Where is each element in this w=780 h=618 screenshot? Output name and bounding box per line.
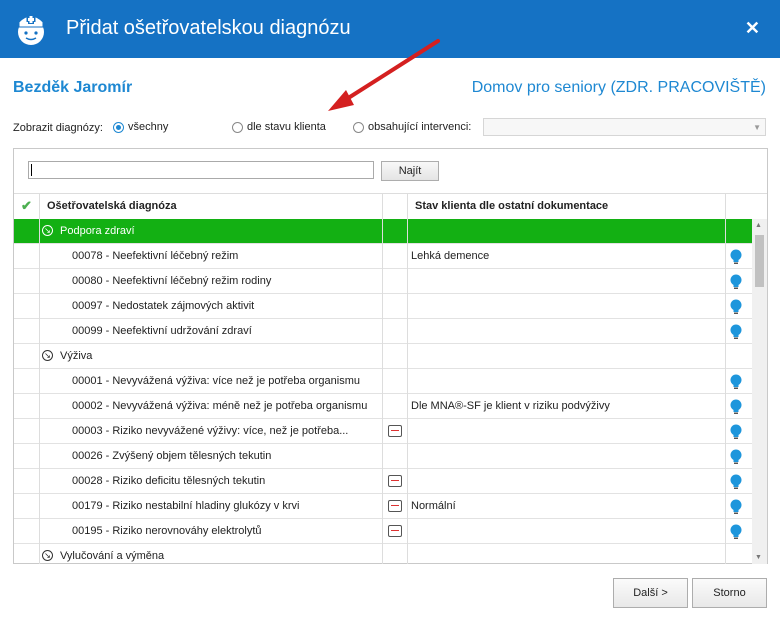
- diagnosis-name: 00080 - Neefektivní léčebný režim rodiny: [72, 275, 272, 287]
- monitor-icon[interactable]: [388, 525, 402, 537]
- monitor-icon[interactable]: [388, 500, 402, 512]
- table-header: ✔ Ošetřovatelská diagnóza Stav klienta d…: [14, 194, 767, 220]
- lightbulb-icon[interactable]: [730, 524, 742, 540]
- scroll-up-icon[interactable]: ▲: [755, 222, 762, 229]
- radio-dot: [232, 121, 243, 133]
- table-group-row[interactable]: ↘ Podpora zdraví: [14, 219, 767, 244]
- table-group-row[interactable]: ↘ Vylučování a výměna: [14, 544, 767, 564]
- search-input[interactable]: [28, 161, 374, 179]
- diagnosis-name: 00002 - Nevyvážená výživa: méně než je p…: [72, 400, 368, 412]
- lightbulb-icon[interactable]: [730, 474, 742, 490]
- radio-with-intervention-label: obsahující intervenci:: [368, 121, 472, 133]
- table-group-row[interactable]: ↘ Výživa: [14, 344, 767, 369]
- diagnosis-name: 00028 - Riziko deficitu tělesných tekuti…: [72, 475, 266, 487]
- diagnosis-name: 00179 - Riziko nestabilní hladiny glukóz…: [72, 500, 300, 512]
- lightbulb-icon[interactable]: [730, 449, 742, 465]
- table-row[interactable]: 00179 - Riziko nestabilní hladiny glukóz…: [14, 494, 767, 519]
- diagnosis-name: 00026 - Zvýšený objem tělesných tekutin: [72, 450, 272, 462]
- lightbulb-icon[interactable]: [730, 274, 742, 290]
- column-header-status[interactable]: Stav klienta dle ostatní dokumentace: [415, 200, 608, 212]
- diagnosis-name: 00097 - Nedostatek zájmových aktivit: [72, 300, 255, 312]
- lightbulb-icon[interactable]: [730, 324, 742, 340]
- radio-all-label: všechny: [128, 121, 169, 133]
- radio-by-client-state[interactable]: dle stavu klienta: [232, 121, 326, 133]
- table-row[interactable]: 00028 - Riziko deficitu tělesných tekuti…: [14, 469, 767, 494]
- expand-circle-icon[interactable]: ↘: [42, 550, 53, 561]
- diagnosis-name: 00003 - Riziko nevyvážené výživy: více, …: [72, 425, 349, 437]
- table-row[interactable]: 00001 - Nevyvážená výživa: více než je p…: [14, 369, 767, 394]
- lightbulb-icon[interactable]: [730, 249, 742, 265]
- table-row[interactable]: 00003 - Riziko nevyvážené výživy: více, …: [14, 419, 767, 444]
- table-row[interactable]: 00099 - Neefektivní udržování zdraví: [14, 319, 767, 344]
- diagnosis-name: 00195 - Riziko nerovnováhy elektrolytů: [72, 525, 262, 537]
- check-icon[interactable]: ✔: [21, 198, 32, 214]
- table-row[interactable]: 00026 - Zvýšený objem tělesných tekutin: [14, 444, 767, 469]
- scroll-down-icon[interactable]: ▼: [755, 554, 762, 561]
- chevron-down-icon: ▼: [753, 123, 761, 132]
- diagnosis-name: Podpora zdraví: [60, 225, 135, 237]
- column-divider: [39, 194, 40, 564]
- monitor-icon[interactable]: [388, 425, 402, 437]
- diagnosis-name: 00078 - Neefektivní léčebný režim: [72, 250, 239, 262]
- radio-dot: [353, 121, 364, 133]
- next-button[interactable]: Další >: [613, 578, 688, 608]
- cancel-button[interactable]: Storno: [692, 578, 767, 608]
- table-row[interactable]: 00080 - Neefektivní léčebný režim rodiny: [14, 269, 767, 294]
- client-status: Normální: [411, 500, 456, 512]
- table-row[interactable]: 00078 - Neefektivní léčebný režim Lehká d…: [14, 244, 767, 269]
- vertical-scrollbar[interactable]: ▲ ▼: [752, 219, 767, 564]
- table-row[interactable]: 00097 - Nedostatek zájmových aktivit: [14, 294, 767, 319]
- column-divider: [382, 194, 383, 564]
- radio-all[interactable]: všechny: [113, 121, 168, 133]
- diagnosis-name: Vylučování a výměna: [60, 550, 165, 562]
- facility-name: Domov pro seniory (ZDR. PRACOVIŠTĚ): [471, 79, 766, 96]
- client-status: Dle MNA®-SF je klient v riziku podvýživy: [411, 400, 610, 412]
- column-divider: [725, 194, 726, 564]
- nurse-icon: [18, 15, 44, 45]
- close-icon[interactable]: ✕: [745, 18, 760, 38]
- radio-by-client-state-label: dle stavu klienta: [247, 121, 326, 133]
- diagnosis-panel: Najít ✔ Ošetřovatelská diagnóza Stav kli…: [13, 148, 768, 564]
- find-button[interactable]: Najít: [381, 161, 439, 181]
- table-row[interactable]: 00195 - Riziko nerovnováhy elektrolytů: [14, 519, 767, 544]
- diagnosis-name: 00099 - Neefektivní udržování zdraví: [72, 325, 252, 337]
- annotation-arrow: [328, 39, 440, 111]
- diagnosis-table: ✔ Ošetřovatelská diagnóza Stav klienta d…: [14, 193, 767, 564]
- column-header-diagnosis[interactable]: Ošetřovatelská diagnóza: [47, 200, 177, 212]
- lightbulb-icon[interactable]: [730, 299, 742, 315]
- radio-dot: [113, 121, 124, 133]
- scroll-thumb[interactable]: [755, 235, 764, 287]
- diagnosis-name: 00001 - Nevyvážená výživa: více než je p…: [72, 375, 360, 387]
- window-title: Přidat ošetřovatelskou diagnózu: [66, 17, 351, 39]
- expand-circle-icon[interactable]: ↘: [42, 350, 53, 361]
- diagnosis-name: Výživa: [60, 350, 93, 362]
- intervention-select[interactable]: ▼: [483, 118, 766, 136]
- expand-circle-icon[interactable]: ↘: [42, 225, 53, 236]
- column-divider: [407, 194, 408, 564]
- filter-label: Zobrazit diagnózy:: [13, 122, 103, 134]
- table-row[interactable]: 00002 - Nevyvážená výživa: méně než je p…: [14, 394, 767, 419]
- client-name: Bezděk Jaromír: [13, 79, 133, 96]
- lightbulb-icon[interactable]: [730, 499, 742, 515]
- monitor-icon[interactable]: [388, 475, 402, 487]
- text-caret: [31, 164, 32, 176]
- lightbulb-icon[interactable]: [730, 399, 742, 415]
- lightbulb-icon[interactable]: [730, 374, 742, 390]
- radio-with-intervention[interactable]: obsahující intervenci:: [353, 121, 471, 133]
- client-status: Lehká demence: [411, 250, 490, 262]
- lightbulb-icon[interactable]: [730, 424, 742, 440]
